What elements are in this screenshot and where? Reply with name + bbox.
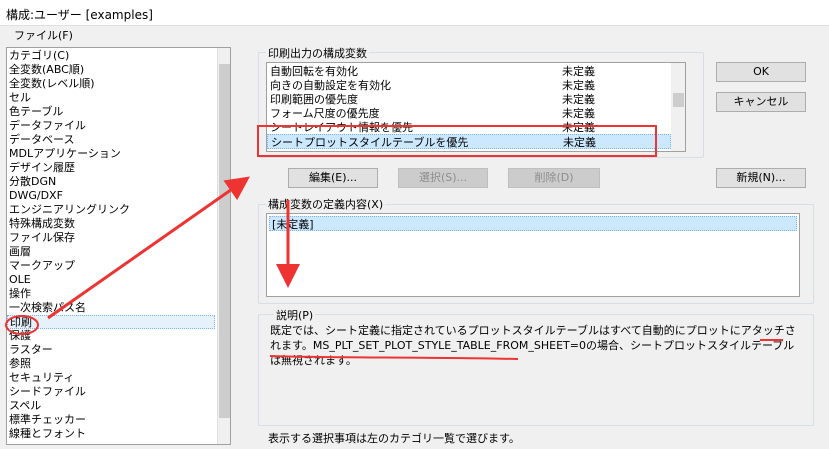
- category-item[interactable]: ラスター: [7, 343, 215, 357]
- variable-name: フォーム尺度の優先度: [270, 107, 380, 120]
- footer-hint: 表示する選択事項は左のカテゴリ一覧で選びます。: [268, 432, 520, 445]
- window-title: 構成:ユーザー [examples]: [6, 8, 153, 22]
- category-item[interactable]: OLE: [7, 273, 215, 287]
- ok-button[interactable]: OK: [716, 62, 806, 82]
- cancel-button[interactable]: キャンセル: [716, 92, 806, 112]
- variables-scrollbar[interactable]: [671, 63, 685, 151]
- category-item[interactable]: マークアップ: [7, 259, 215, 273]
- new-button[interactable]: 新規(N)...: [716, 168, 806, 188]
- category-item[interactable]: 全変数(ABC順): [7, 63, 215, 77]
- variable-value: 未定義: [562, 107, 595, 120]
- variables-label: 印刷出力の構成変数: [266, 45, 369, 61]
- definition-value[interactable]: [未定義]: [269, 216, 797, 231]
- category-item[interactable]: DWG/DXF: [7, 189, 215, 203]
- delete-button[interactable]: 削除(D): [508, 168, 600, 188]
- variable-value: 未定義: [562, 79, 595, 92]
- menu-bar: ファイル(F): [0, 26, 829, 44]
- category-item[interactable]: セル: [7, 91, 215, 105]
- category-item[interactable]: 参照: [7, 357, 215, 371]
- variable-name: シートプロットスタイルテーブルを優先: [271, 136, 469, 149]
- edit-button[interactable]: 編集(E)...: [288, 168, 378, 188]
- variable-row[interactable]: シートプロットスタイルテーブルを優先 未定義: [267, 134, 671, 149]
- category-item[interactable]: データベース: [7, 133, 215, 147]
- category-item[interactable]: 線種とフォント: [7, 427, 215, 441]
- title-bar: 構成:ユーザー [examples]: [0, 0, 829, 26]
- variable-name: シートレイアウト情報を優先: [270, 121, 413, 134]
- category-item[interactable]: シードファイル: [7, 385, 215, 399]
- variable-row[interactable]: 向きの自動設定を有効化 未定義: [267, 78, 671, 93]
- variable-value: 未定義: [562, 65, 595, 78]
- variable-row[interactable]: 自動回転を有効化 未定義: [267, 64, 671, 79]
- category-header[interactable]: カテゴリ(C): [7, 49, 215, 63]
- category-item[interactable]: データファイル: [7, 119, 215, 133]
- variable-row[interactable]: フォーム尺度の優先度 未定義: [267, 106, 671, 121]
- variable-value: 未定義: [562, 93, 595, 106]
- category-item[interactable]: 保護: [7, 329, 215, 343]
- category-item[interactable]: セキュリティ: [7, 371, 215, 385]
- category-item[interactable]: 標準チェッカー: [7, 413, 215, 427]
- definition-label: 構成変数の定義内容(X): [266, 196, 386, 212]
- variable-row[interactable]: シートレイアウト情報を優先 未定義: [267, 120, 671, 135]
- scroll-thumb[interactable]: [673, 93, 684, 107]
- category-item[interactable]: スペル: [7, 399, 215, 413]
- category-item[interactable]: 印刷: [7, 315, 215, 329]
- category-item[interactable]: 色テーブル: [7, 105, 215, 119]
- menu-file[interactable]: ファイル(F): [12, 27, 75, 43]
- scroll-thumb[interactable]: [219, 64, 230, 418]
- category-item[interactable]: 分散DGN: [7, 175, 215, 189]
- variable-value: 未定義: [562, 121, 595, 134]
- description-label: 説明(P): [274, 307, 316, 323]
- category-item[interactable]: ファイル保存: [7, 231, 215, 245]
- category-item[interactable]: 特殊構成変数: [7, 217, 215, 231]
- variable-row[interactable]: 印刷範囲の優先度 未定義: [267, 92, 671, 107]
- variables-list[interactable]: 自動回転を有効化 未定義 向きの自動設定を有効化 未定義 印刷範囲の優先度 未定義 フォーム…: [266, 62, 686, 152]
- category-item[interactable]: 全変数(レベル順): [7, 77, 215, 91]
- category-scrollbar[interactable]: [217, 48, 230, 444]
- category-item[interactable]: デザイン履歴: [7, 161, 215, 175]
- variable-name: 自動回転を有効化: [270, 65, 358, 78]
- definition-box[interactable]: [未定義]: [266, 213, 800, 297]
- category-list[interactable]: カテゴリ(C) 全変数(ABC順) 全変数(レベル順) セル 色テーブル データファイルデ…: [6, 47, 231, 445]
- description-text: 既定では、シート定義に指定されているプロットスタイルテーブルはすべて自動的にプロ…: [270, 324, 796, 367]
- variable-name: 印刷範囲の優先度: [270, 93, 358, 106]
- category-item[interactable]: 一次検索パス名: [7, 301, 215, 315]
- category-item[interactable]: 画層: [7, 245, 215, 259]
- variable-name: 向きの自動設定を有効化: [270, 79, 391, 92]
- category-item[interactable]: エンジニアリングリンク: [7, 203, 215, 217]
- variable-value: 未定義: [563, 136, 596, 149]
- select-button[interactable]: 選択(S)...: [398, 168, 488, 188]
- category-item[interactable]: 操作: [7, 287, 215, 301]
- category-item[interactable]: MDLアプリケーション: [7, 147, 215, 161]
